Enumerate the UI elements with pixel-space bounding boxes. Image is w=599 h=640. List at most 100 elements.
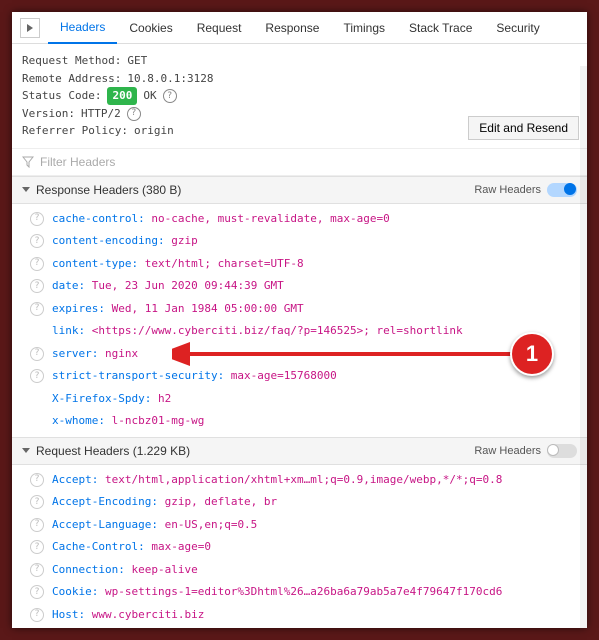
header-name: Connection:	[52, 563, 125, 576]
edit-resend-button[interactable]: Edit and Resend	[468, 116, 579, 140]
tab-stack-trace[interactable]: Stack Trace	[397, 13, 484, 43]
header-name: content-type:	[52, 257, 138, 270]
help-icon[interactable]: ?	[30, 279, 44, 293]
remote-label: Remote Address:	[22, 70, 121, 88]
header-name: Accept-Encoding:	[52, 495, 158, 508]
scrollbar-track[interactable]	[580, 66, 587, 628]
header-value: l-ncbz01-mg-wg	[105, 414, 204, 427]
response-title: Response Headers (380 B)	[36, 183, 181, 197]
method-value: GET	[127, 52, 147, 70]
request-title: Request Headers (1.229 KB)	[36, 444, 190, 458]
raw-headers-label: Raw Headers	[474, 445, 541, 457]
help-icon[interactable]: ?	[30, 563, 44, 577]
header-name: content-encoding:	[52, 234, 165, 247]
raw-headers-toggle[interactable]	[547, 183, 577, 197]
header-row: ? content-type: text/html; charset=UTF-8	[12, 253, 587, 276]
header-name: server:	[52, 347, 98, 360]
header-name: date:	[52, 279, 85, 292]
header-row: ? Host: www.cyberciti.biz	[12, 604, 587, 627]
network-detail-panel: Headers Cookies Request Response Timings…	[12, 12, 587, 628]
header-row: ? cache-control: no-cache, must-revalidat…	[12, 208, 587, 231]
header-row: ?X-Firefox-Spdy: h2	[12, 388, 587, 411]
header-name: Accept:	[52, 473, 98, 486]
header-value: no-cache, must-revalidate, max-age=0	[145, 212, 390, 225]
response-headers-list: ? cache-control: no-cache, must-revalidat…	[12, 204, 587, 437]
help-icon[interactable]: ?	[30, 347, 44, 361]
header-row: ? Accept: text/html,application/xhtml+xm……	[12, 469, 587, 492]
request-meta: Request Method: GET Remote Address: 10.8…	[12, 44, 587, 149]
referrer-label: Referrer Policy:	[22, 122, 128, 140]
filter-icon	[22, 156, 34, 168]
help-icon[interactable]: ?	[30, 495, 44, 509]
header-name: Cookie:	[52, 585, 98, 598]
help-icon[interactable]: ?	[30, 518, 44, 532]
help-icon[interactable]: ?	[30, 473, 44, 487]
referrer-value: origin	[134, 122, 174, 140]
header-value: en-US,en;q=0.5	[158, 518, 257, 531]
header-name: strict-transport-security:	[52, 369, 224, 382]
status-text: OK	[143, 87, 156, 105]
filter-row[interactable]: Filter Headers	[12, 149, 587, 176]
header-row: ?link: <https://www.cyberciti.biz/faq/?p…	[12, 320, 587, 343]
tab-timings[interactable]: Timings	[331, 13, 397, 43]
help-icon[interactable]: ?	[30, 234, 44, 248]
help-icon[interactable]: ?	[163, 89, 177, 103]
header-row: ? content-encoding: gzip	[12, 230, 587, 253]
method-label: Request Method:	[22, 52, 121, 70]
help-icon[interactable]: ?	[30, 369, 44, 383]
request-head[interactable]: Request Headers (1.229 KB) Raw Headers	[12, 437, 587, 465]
header-value: www.cyberciti.biz	[85, 608, 204, 621]
header-name: expires:	[52, 302, 105, 315]
header-value: Tue, 23 Jun 2020 09:44:39 GMT	[85, 279, 284, 292]
header-value: text/html,application/xhtml+xm…ml;q=0.9,…	[98, 473, 502, 486]
version-value: HTTP/2	[81, 105, 121, 123]
header-name: link:	[52, 324, 85, 337]
help-icon[interactable]: ?	[30, 257, 44, 271]
request-headers-list: ? Accept: text/html,application/xhtml+xm……	[12, 465, 587, 628]
header-name: cache-control:	[52, 212, 145, 225]
tab-request[interactable]: Request	[185, 13, 254, 43]
header-value: h2	[151, 392, 171, 405]
remote-value: 10.8.0.1:3128	[127, 70, 213, 88]
status-badge: 200	[107, 87, 137, 105]
header-row: ? Accept-Encoding: gzip, deflate, br	[12, 491, 587, 514]
header-row: ? date: Tue, 23 Jun 2020 09:44:39 GMT	[12, 275, 587, 298]
chevron-down-icon	[22, 187, 30, 192]
help-icon[interactable]: ?	[127, 107, 141, 121]
raw-headers-label: Raw Headers	[474, 184, 541, 196]
header-value: wp-settings-1=editor%3Dhtml%26…a26ba6a79…	[98, 585, 502, 598]
tab-response[interactable]: Response	[253, 13, 331, 43]
tab-cookies[interactable]: Cookies	[117, 13, 184, 43]
version-label: Version:	[22, 105, 75, 123]
header-value: gzip, deflate, br	[158, 495, 277, 508]
toggle-panel-icon[interactable]	[20, 18, 40, 38]
header-value: text/html; charset=UTF-8	[138, 257, 304, 270]
response-head[interactable]: Response Headers (380 B) Raw Headers	[12, 176, 587, 204]
header-row: ?x-whome: l-ncbz01-mg-wg	[12, 410, 587, 433]
help-icon[interactable]: ?	[30, 212, 44, 226]
tab-headers[interactable]: Headers	[48, 12, 117, 44]
header-row: ? server: nginx	[12, 343, 587, 366]
status-label: Status Code:	[22, 87, 101, 105]
header-value: keep-alive	[125, 563, 198, 576]
header-value: Wed, 11 Jan 1984 05:00:00 GMT	[105, 302, 304, 315]
header-value: <https://www.cyberciti.biz/faq/?p=146525…	[85, 324, 463, 337]
header-value: nginx	[98, 347, 138, 360]
header-row: ? Accept-Language: en-US,en;q=0.5	[12, 514, 587, 537]
header-name: Cache-Control:	[52, 540, 145, 553]
help-icon[interactable]: ?	[30, 608, 44, 622]
tab-security[interactable]: Security	[484, 13, 551, 43]
tab-bar: Headers Cookies Request Response Timings…	[12, 12, 587, 44]
header-name: Accept-Language:	[52, 518, 158, 531]
header-row: ?Referer: https://www.google.com/	[12, 626, 587, 628]
header-name: Host:	[52, 608, 85, 621]
header-row: ? Cookie: wp-settings-1=editor%3Dhtml%26……	[12, 581, 587, 604]
help-icon[interactable]: ?	[30, 302, 44, 316]
header-name: X-Firefox-Spdy:	[52, 392, 151, 405]
raw-headers-toggle[interactable]	[547, 444, 577, 458]
help-icon[interactable]: ?	[30, 540, 44, 554]
help-icon[interactable]: ?	[30, 585, 44, 599]
header-row: ? expires: Wed, 11 Jan 1984 05:00:00 GMT	[12, 298, 587, 321]
filter-placeholder: Filter Headers	[40, 155, 115, 169]
header-value: gzip	[165, 234, 198, 247]
